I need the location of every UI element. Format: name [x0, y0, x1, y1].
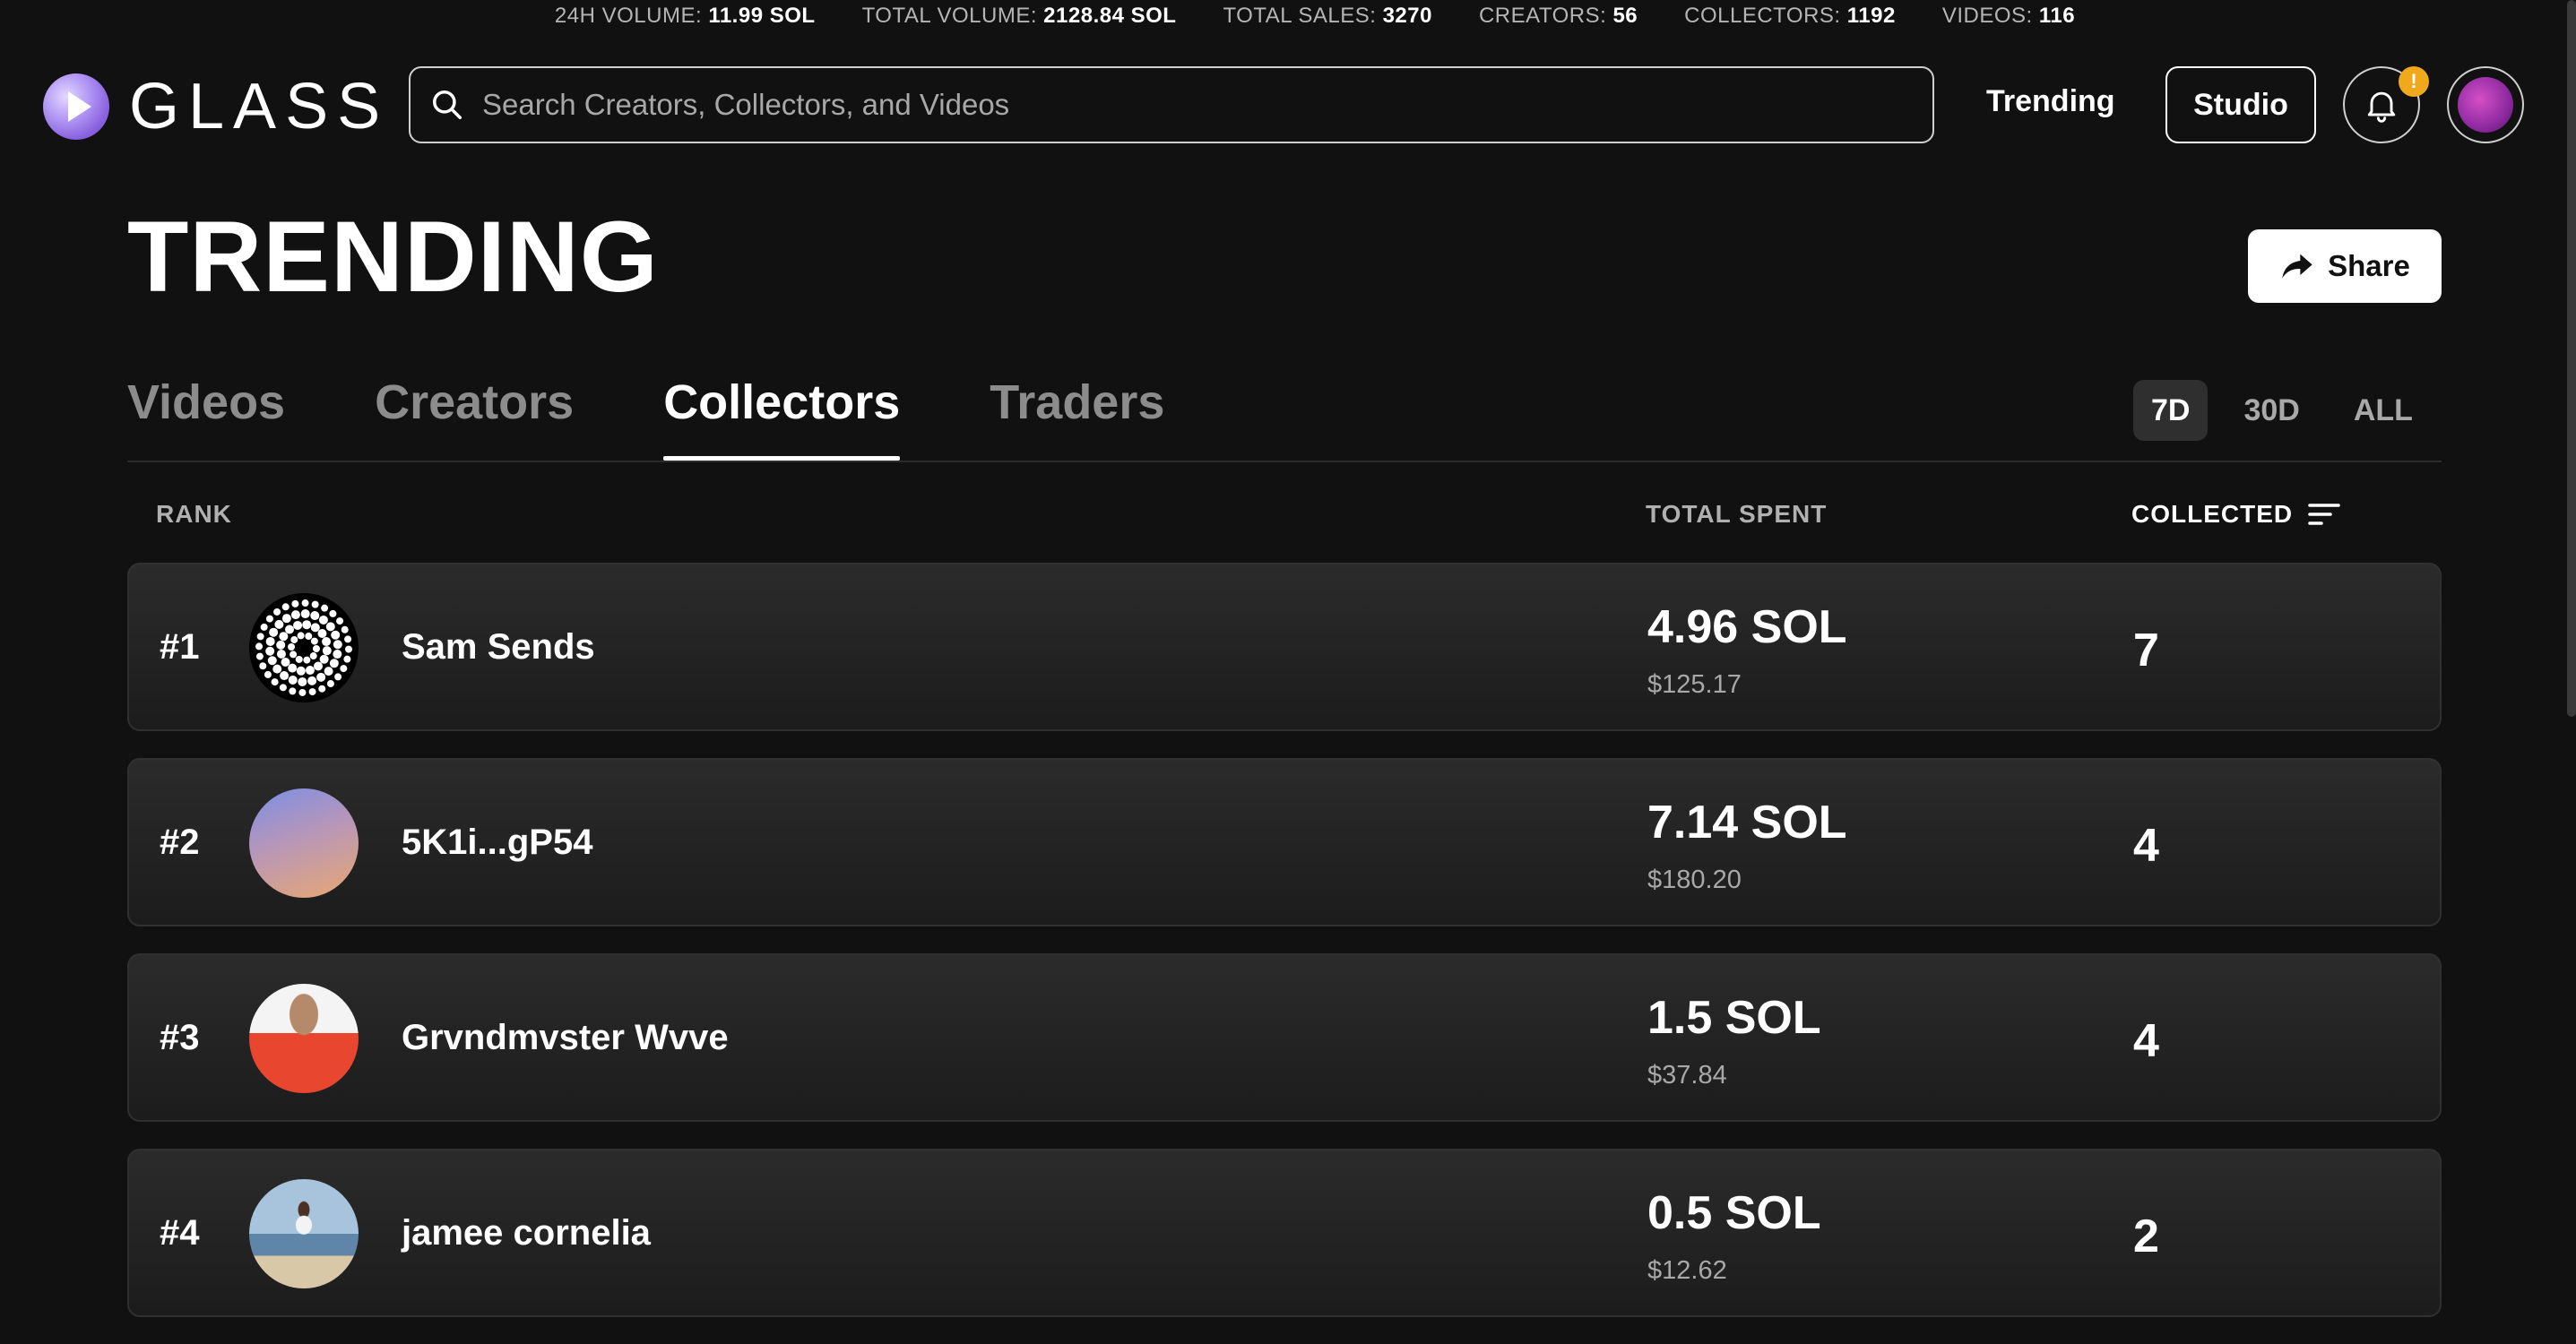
collector-name[interactable]: 5K1i...gP54 — [402, 823, 592, 863]
stat-total-volume: TOTAL VOLUME: 2128.84 SOL — [861, 4, 1177, 28]
stat-24h-volume: 24H VOLUME: 11.99 SOL — [554, 4, 816, 28]
total-spent-sol: 4.96 SOL — [1647, 601, 1847, 653]
total-spent-usd: $180.20 — [1647, 866, 1742, 894]
total-spent-sol: 0.5 SOL — [1647, 1187, 1821, 1239]
collected-count: 7 — [2133, 625, 2159, 676]
dotted-ring-avatar-icon — [255, 599, 352, 696]
column-header-collected-label: COLLECTED — [2131, 500, 2294, 528]
column-header-total-spent[interactable]: TOTAL SPENT — [1646, 500, 1827, 529]
tab-creators[interactable]: Creators — [375, 375, 574, 461]
avatar[interactable] — [249, 1179, 359, 1288]
row-rank: #1 — [160, 627, 200, 667]
nav-trending-link[interactable]: Trending — [1986, 84, 2115, 119]
total-spent-sol: 1.5 SOL — [1647, 992, 1821, 1044]
stat-collectors: COLLECTORS: 1192 — [1684, 4, 1896, 28]
search-input[interactable] — [480, 87, 1879, 123]
play-logo-icon — [43, 73, 109, 140]
trending-tabs: Videos Creators Collectors Traders — [127, 375, 1164, 461]
column-header-collected[interactable]: COLLECTED — [2131, 500, 2341, 529]
share-label: Share — [2328, 249, 2410, 282]
glass-logo[interactable]: GLASS — [43, 70, 389, 143]
table-row[interactable]: #3 Grvndmvster Wvve 1.5 SOL $37.84 4 — [127, 953, 2442, 1122]
stats-bar: 24H VOLUME: 11.99 SOL TOTAL VOLUME: 2128… — [0, 0, 2576, 32]
search-icon — [433, 90, 462, 119]
total-spent-usd: $12.62 — [1647, 1256, 1727, 1285]
stat-creators: CREATORS: 56 — [1478, 4, 1638, 28]
user-avatar[interactable] — [2447, 66, 2524, 143]
avatar[interactable] — [249, 788, 359, 898]
collector-name[interactable]: Grvndmvster Wvve — [402, 1018, 729, 1058]
row-rank: #4 — [160, 1213, 200, 1253]
share-button[interactable]: Share — [2248, 229, 2442, 303]
collected-count: 4 — [2133, 820, 2159, 872]
collected-count: 2 — [2133, 1210, 2159, 1262]
tab-videos[interactable]: Videos — [127, 375, 285, 461]
tab-traders[interactable]: Traders — [990, 375, 1164, 461]
row-rank: #3 — [160, 1018, 200, 1057]
avatar[interactable] — [249, 593, 359, 702]
sort-icon — [2308, 504, 2340, 525]
page-title: TRENDING — [127, 201, 659, 313]
stat-videos: VIDEOS: 116 — [1941, 4, 2076, 28]
total-spent-usd: $37.84 — [1647, 1061, 1727, 1090]
tabs-divider — [127, 461, 2442, 462]
page-scrollbar[interactable] — [2567, 0, 2576, 717]
table-row[interactable]: #4 jamee cornelia 0.5 SOL $12.62 2 — [127, 1149, 2442, 1317]
total-spent-sol: 7.14 SOL — [1647, 797, 1847, 849]
period-all[interactable]: ALL — [2336, 380, 2431, 441]
total-spent-usd: $125.17 — [1647, 670, 1742, 699]
table-row[interactable]: #1 Sam Sends 4.96 SOL $125.17 7 — [127, 563, 2442, 731]
search-bar[interactable] — [409, 66, 1934, 143]
period-30d[interactable]: 30D — [2226, 380, 2317, 441]
collected-count: 4 — [2133, 1015, 2159, 1067]
period-filter: 7D 30D ALL — [2133, 380, 2431, 441]
bell-icon — [2367, 91, 2396, 123]
notification-badge: ! — [2399, 66, 2429, 97]
period-7d[interactable]: 7D — [2133, 380, 2209, 441]
row-rank: #2 — [160, 823, 200, 862]
collector-name[interactable]: jamee cornelia — [402, 1213, 651, 1254]
logo-text: GLASS — [129, 71, 390, 142]
collector-name[interactable]: Sam Sends — [402, 627, 595, 668]
collectors-list: #1 Sam Sends 4.96 SOL $125.17 7 #2 5K1i.… — [127, 563, 2442, 1344]
tab-collectors[interactable]: Collectors — [663, 375, 901, 461]
top-nav: GLASS Trending Studio ! — [0, 65, 2576, 145]
studio-button[interactable]: Studio — [2165, 66, 2316, 143]
stat-total-sales: TOTAL SALES: 3270 — [1223, 4, 1432, 28]
column-header-rank: RANK — [156, 500, 232, 528]
table-row[interactable]: #2 5K1i...gP54 7.14 SOL $180.20 4 — [127, 758, 2442, 926]
avatar[interactable] — [249, 984, 359, 1093]
share-arrow-icon — [2282, 254, 2312, 279]
